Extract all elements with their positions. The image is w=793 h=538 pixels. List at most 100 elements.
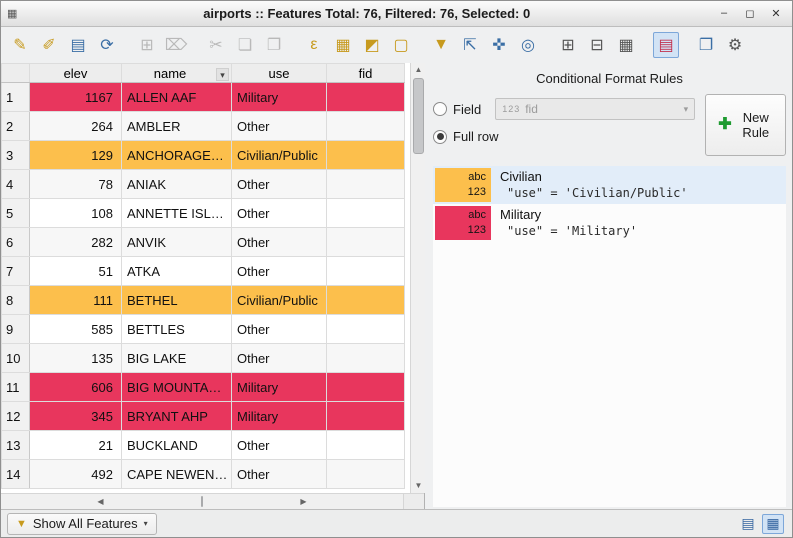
table-row[interactable]: 13 21 BUCKLAND Other xyxy=(2,431,405,460)
row-number-cell[interactable]: 11 xyxy=(2,373,30,402)
elev-cell[interactable]: 78 xyxy=(30,170,122,199)
row-number-cell[interactable]: 6 xyxy=(2,228,30,257)
titlebar[interactable]: ▦ airports :: Features Total: 76, Filter… xyxy=(1,1,792,27)
horizontal-scrollbar-thumb[interactable] xyxy=(201,496,203,507)
row-number-cell[interactable]: 3 xyxy=(2,141,30,170)
use-cell[interactable]: Civilian/Public xyxy=(232,141,327,170)
name-cell[interactable]: BETTLES xyxy=(122,315,232,344)
vertical-scrollbar[interactable]: ▲ ▼ xyxy=(410,63,426,493)
table-row[interactable]: 2 264 AMBLER Other xyxy=(2,112,405,141)
table-row[interactable]: 11 606 BIG MOUNTA… Military xyxy=(2,373,405,402)
column-header-name[interactable]: name▾ xyxy=(122,64,232,83)
table-row[interactable]: 7 51 ATKA Other xyxy=(2,257,405,286)
name-cell[interactable]: BIG MOUNTA… xyxy=(122,373,232,402)
invert-selection-button[interactable]: ◩ xyxy=(359,32,385,58)
use-cell[interactable]: Military xyxy=(232,402,327,431)
show-all-features-button[interactable]: ▼ Show All Features ▾ xyxy=(7,513,157,535)
use-cell[interactable]: Other xyxy=(232,170,327,199)
copy-button[interactable]: ❏ xyxy=(232,32,258,58)
fid-cell[interactable] xyxy=(327,460,405,489)
elev-cell[interactable]: 606 xyxy=(30,373,122,402)
elev-cell[interactable]: 51 xyxy=(30,257,122,286)
delete-selected-button[interactable]: ⌦ xyxy=(163,32,189,58)
row-number-cell[interactable]: 4 xyxy=(2,170,30,199)
column-header-use[interactable]: use xyxy=(232,64,327,83)
elev-cell[interactable]: 111 xyxy=(30,286,122,315)
fid-cell[interactable] xyxy=(327,402,405,431)
field-radio[interactable]: Field 123 fid ▾ xyxy=(433,98,695,120)
new-rule-button[interactable]: ✚ New Rule xyxy=(705,94,786,156)
full-row-radio-circle[interactable] xyxy=(433,130,447,144)
fid-cell[interactable] xyxy=(327,315,405,344)
scroll-left-icon[interactable]: ◀ xyxy=(1,495,200,509)
use-cell[interactable]: Other xyxy=(232,228,327,257)
paste-button[interactable]: ❐ xyxy=(261,32,287,58)
use-cell[interactable]: Other xyxy=(232,257,327,286)
fid-cell[interactable] xyxy=(327,112,405,141)
use-cell[interactable]: Other xyxy=(232,315,327,344)
table-row[interactable]: 1 1167 ALLEN AAF Military xyxy=(2,83,405,112)
column-header-elev[interactable]: elev xyxy=(30,64,122,83)
row-number-cell[interactable]: 2 xyxy=(2,112,30,141)
select-all-button[interactable]: ▦ xyxy=(330,32,356,58)
elev-cell[interactable]: 1167 xyxy=(30,83,122,112)
table-row[interactable]: 12 345 BRYANT AHP Military xyxy=(2,402,405,431)
elev-cell[interactable]: 585 xyxy=(30,315,122,344)
use-cell[interactable]: Other xyxy=(232,344,327,373)
table-row[interactable]: 6 282 ANVIK Other xyxy=(2,228,405,257)
zoom-to-selection-button[interactable]: ◎ xyxy=(515,32,541,58)
add-feature-button[interactable]: ⊞ xyxy=(134,32,160,58)
row-number-cell[interactable]: 9 xyxy=(2,315,30,344)
minimize-button[interactable]: – xyxy=(716,7,732,20)
horizontal-scrollbar[interactable]: ◀ ▶ xyxy=(1,494,403,509)
use-cell[interactable]: Military xyxy=(232,373,327,402)
table-row[interactable]: 4 78 ANIAK Other xyxy=(2,170,405,199)
name-cell[interactable]: BUCKLAND xyxy=(122,431,232,460)
fid-cell[interactable] xyxy=(327,257,405,286)
delete-field-button[interactable]: ⊟ xyxy=(584,32,610,58)
deselect-all-button[interactable]: ▢ xyxy=(388,32,414,58)
new-field-button[interactable]: ⊞ xyxy=(555,32,581,58)
table-row[interactable]: 8 111 BETHEL Civilian/Public xyxy=(2,286,405,315)
elev-cell[interactable]: 492 xyxy=(30,460,122,489)
toggle-editing-button[interactable]: ✎ xyxy=(7,32,33,58)
table-row[interactable]: 10 135 BIG LAKE Other xyxy=(2,344,405,373)
filter-select-button[interactable]: ▼ xyxy=(428,32,454,58)
row-number-cell[interactable]: 10 xyxy=(2,344,30,373)
elev-cell[interactable]: 264 xyxy=(30,112,122,141)
table-row[interactable]: 9 585 BETTLES Other xyxy=(2,315,405,344)
form-view-button[interactable]: ▤ xyxy=(737,514,759,534)
full-row-radio[interactable]: Full row xyxy=(433,129,695,144)
fid-cell[interactable] xyxy=(327,199,405,228)
row-number-cell[interactable]: 12 xyxy=(2,402,30,431)
actions-button[interactable]: ⚙ xyxy=(722,32,748,58)
vertical-scrollbar-track[interactable] xyxy=(411,77,426,479)
name-cell[interactable]: ATKA xyxy=(122,257,232,286)
row-number-cell[interactable]: 1 xyxy=(2,83,30,112)
row-number-cell[interactable]: 5 xyxy=(2,199,30,228)
rule-item[interactable]: abc 123 Civilian "use" = 'Civilian/Publi… xyxy=(433,166,786,204)
vertical-scrollbar-thumb[interactable] xyxy=(413,78,424,154)
scroll-up-icon[interactable]: ▲ xyxy=(411,63,426,77)
table-row[interactable]: 14 492 CAPE NEWEN… Other xyxy=(2,460,405,489)
use-cell[interactable]: Civilian/Public xyxy=(232,286,327,315)
name-cell[interactable]: ANIAK xyxy=(122,170,232,199)
cut-button[interactable]: ✂ xyxy=(203,32,229,58)
elev-cell[interactable]: 345 xyxy=(30,402,122,431)
elev-cell[interactable]: 21 xyxy=(30,431,122,460)
use-cell[interactable]: Other xyxy=(232,460,327,489)
row-number-cell[interactable]: 14 xyxy=(2,460,30,489)
name-cell[interactable]: CAPE NEWEN… xyxy=(122,460,232,489)
scroll-right-icon[interactable]: ▶ xyxy=(204,495,403,509)
table-row[interactable]: 3 129 ANCHORAGE… Civilian/Public xyxy=(2,141,405,170)
name-cell[interactable]: ALLEN AAF xyxy=(122,83,232,112)
pan-to-selection-button[interactable]: ✜ xyxy=(486,32,512,58)
field-combo[interactable]: 123 fid ▾ xyxy=(495,98,695,120)
field-calculator-button[interactable]: ▦ xyxy=(613,32,639,58)
fid-cell[interactable] xyxy=(327,83,405,112)
name-cell[interactable]: BETHEL xyxy=(122,286,232,315)
name-cell[interactable]: ANCHORAGE… xyxy=(122,141,232,170)
use-cell[interactable]: Other xyxy=(232,112,327,141)
corner-cell[interactable] xyxy=(2,64,30,83)
column-header-fid[interactable]: fid xyxy=(327,64,405,83)
